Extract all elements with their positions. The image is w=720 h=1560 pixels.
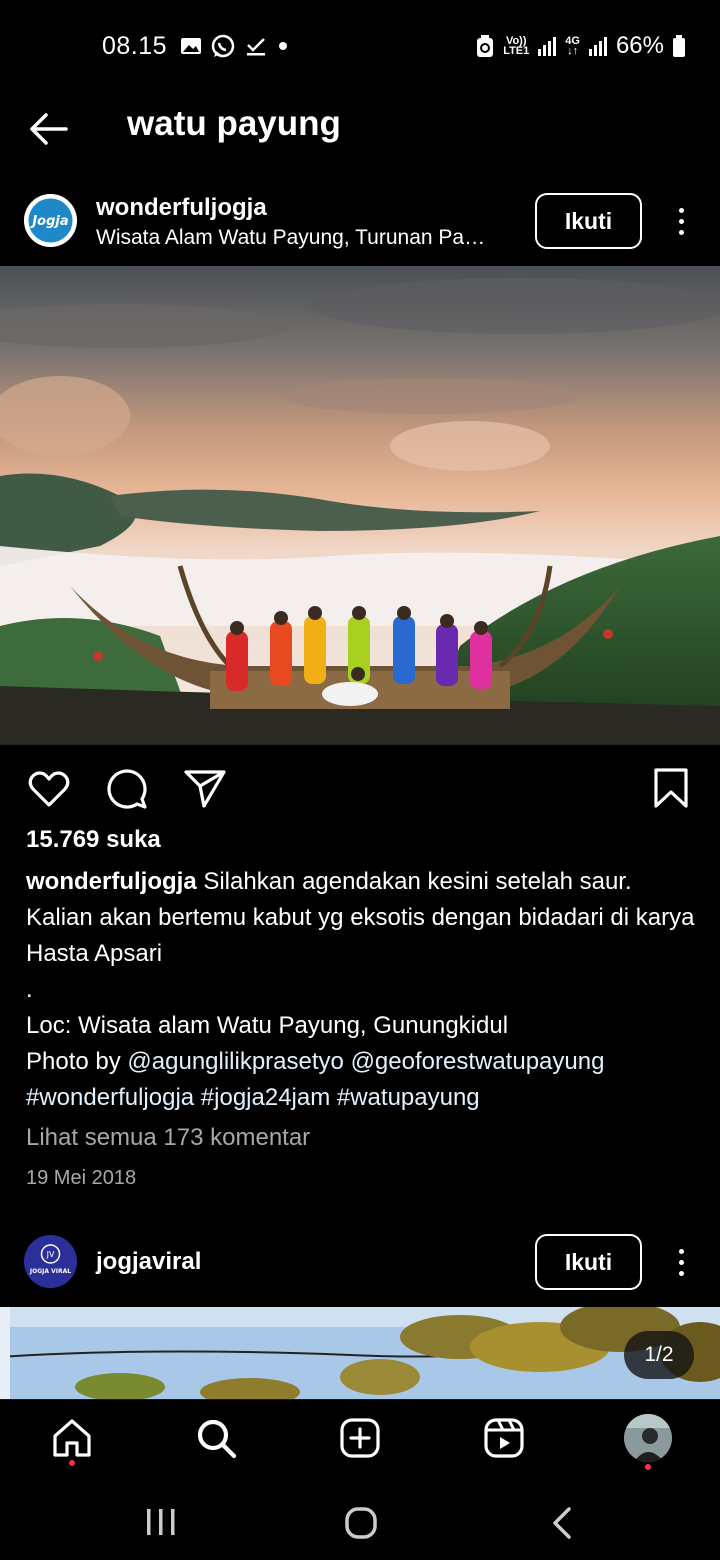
post-image[interactable]: 1/2 [0, 1307, 720, 1399]
more-dot-icon [678, 229, 684, 235]
post-caption: wonderfuljogja Silahkan agendakan kesini… [26, 864, 696, 1116]
home-circle-icon [345, 1507, 377, 1539]
page-title: watu payung [127, 104, 341, 143]
nav-reels[interactable] [482, 1416, 526, 1460]
mention-link[interactable]: @geoforestwatupayung [351, 1048, 605, 1075]
send-icon [184, 770, 226, 808]
nav-profile[interactable] [624, 1414, 672, 1462]
caption-username[interactable]: wonderfuljogja [26, 868, 197, 895]
svg-text:JOGJA VIRAL: JOGJA VIRAL [29, 1268, 71, 1275]
post-actions [0, 760, 720, 816]
bottom-navigation [0, 1399, 720, 1481]
tree-photo [0, 1307, 720, 1399]
caption-photo-prefix: Photo by [26, 1048, 128, 1075]
like-button[interactable] [26, 766, 72, 812]
arrow-left-icon [30, 113, 68, 145]
search-icon [197, 1419, 237, 1459]
comment-button[interactable] [104, 766, 150, 812]
post-username[interactable]: wonderfuljogja [96, 194, 267, 222]
battery-percent: 66% [615, 32, 664, 59]
follow-button[interactable]: Ikuti [535, 1234, 642, 1290]
whatsapp-icon [211, 34, 235, 58]
mention-link[interactable]: @agunglilikprasetyo [127, 1048, 343, 1075]
signal-icon-2 [588, 37, 607, 56]
recent-apps-button[interactable] [141, 1503, 181, 1543]
status-bar: 08.15 Vo)) LTE1 4G ↓↑ 66% [0, 0, 720, 92]
view-comments-link[interactable]: Lihat semua 173 komentar [26, 1124, 310, 1152]
svg-text:JV: JV [46, 1250, 55, 1259]
post-location[interactable]: Wisata Alam Watu Payung, Turunan Pa… [96, 226, 521, 250]
home-icon [53, 1419, 91, 1457]
post-header: JV JOGJA VIRAL jogjaviral Ikuti [0, 1222, 720, 1302]
network-4g-label: 4G ↓↑ [565, 35, 580, 57]
add-post-icon [340, 1418, 380, 1458]
reels-icon [484, 1418, 524, 1458]
post-date: 19 Mei 2018 [26, 1167, 137, 1189]
caption-dot: . [26, 976, 33, 1003]
carousel-counter: 1/2 [624, 1331, 694, 1379]
comment-icon [107, 769, 147, 809]
post-username[interactable]: jogjaviral [96, 1248, 201, 1276]
heart-icon [28, 771, 70, 807]
status-right: Vo)) LTE1 4G ↓↑ 66% [475, 32, 686, 60]
profile-avatar [624, 1414, 672, 1462]
recycle-icon [477, 35, 494, 57]
watu-payung-photo [0, 266, 720, 745]
svg-text:Jogja: Jogja [29, 214, 68, 229]
jogjaviral-logo-icon: JV JOGJA VIRAL [24, 1235, 77, 1288]
dot-icon [279, 42, 287, 50]
gallery-icon [181, 38, 201, 54]
notification-dot [69, 1460, 75, 1466]
signal-icon [538, 37, 557, 56]
post-image[interactable] [0, 266, 720, 745]
more-options-button[interactable] [664, 201, 698, 241]
more-dot-icon [678, 1270, 684, 1276]
profile-notification-dot [645, 1464, 651, 1470]
bookmark-icon [654, 768, 688, 808]
avatar[interactable]: Jogja [24, 194, 77, 247]
nav-home[interactable] [50, 1416, 94, 1466]
more-dot-icon [678, 207, 684, 213]
notification-icons [180, 33, 290, 59]
system-back-button[interactable] [543, 1503, 583, 1543]
avatar[interactable]: JV JOGJA VIRAL [24, 1235, 77, 1288]
caption-location: Loc: Wisata alam Watu Payung, Gunungkidu… [26, 1012, 509, 1039]
battery-icon [673, 35, 685, 57]
download-done-icon [247, 38, 265, 56]
network-volte-label: Vo)) LTE1 [503, 35, 530, 57]
more-dot-icon [678, 1259, 684, 1265]
save-button[interactable] [648, 766, 694, 812]
search-results-header: watu payung [0, 92, 720, 172]
like-count[interactable]: 15.769 suka [26, 826, 161, 854]
hashtag-links[interactable]: #wonderfuljogja #jogja24jam #watupayung [26, 1080, 696, 1116]
follow-button[interactable]: Ikuti [535, 193, 642, 249]
post-header: Jogja wonderfuljogja Wisata Alam Watu Pa… [0, 182, 720, 262]
more-dot-icon [678, 1248, 684, 1254]
recents-icon [147, 1509, 175, 1535]
more-options-button[interactable] [664, 1242, 698, 1282]
nav-create[interactable] [338, 1416, 382, 1460]
nav-search[interactable] [194, 1416, 238, 1460]
home-button[interactable] [341, 1503, 381, 1543]
status-time: 08.15 [102, 32, 168, 60]
chevron-left-icon [553, 1507, 571, 1539]
jogja-logo-icon: Jogja [24, 194, 77, 247]
back-button[interactable] [26, 106, 72, 152]
share-button[interactable] [182, 766, 228, 812]
more-dot-icon [678, 218, 684, 224]
system-navigation [0, 1481, 720, 1560]
